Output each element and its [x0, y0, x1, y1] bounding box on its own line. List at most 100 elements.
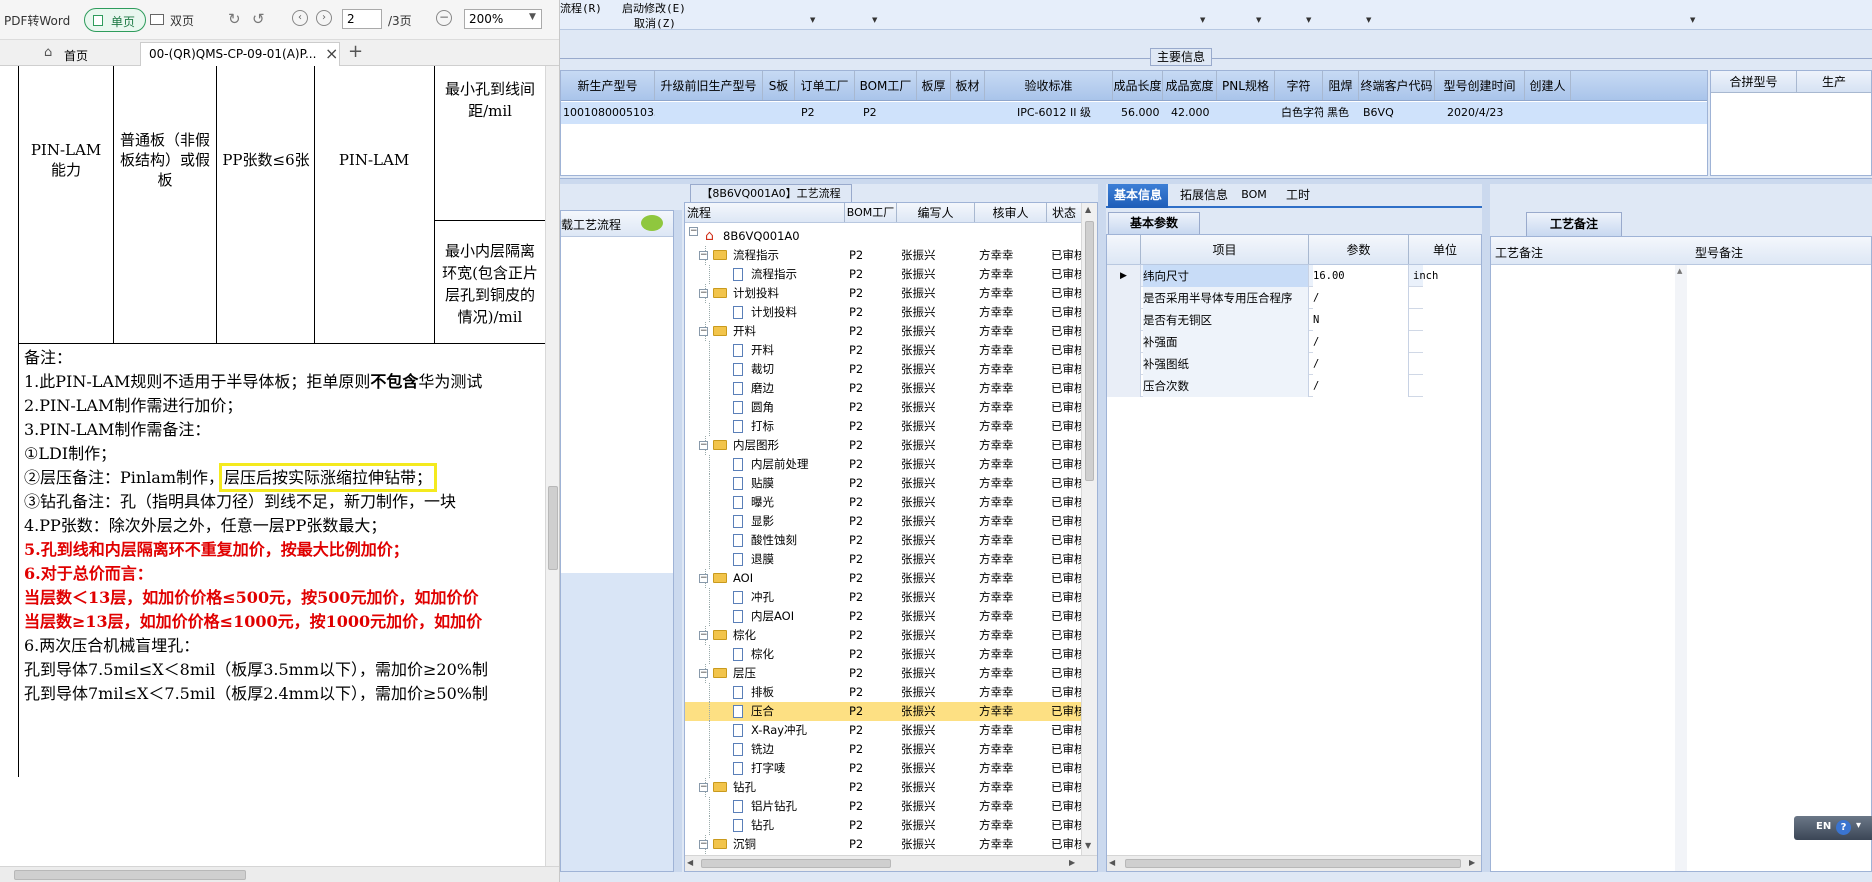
tab-work-hours[interactable]: 工时 — [1278, 184, 1318, 208]
tree-row[interactable]: 贴膜 P2 张振兴 方幸幸 已审核 — [685, 474, 1081, 493]
prev-page-icon[interactable]: ‹ — [292, 10, 308, 26]
col-header[interactable]: PNL规格 — [1217, 71, 1275, 100]
scroll-down-icon[interactable]: ▼ — [1085, 841, 1091, 850]
scroll-up-icon[interactable]: ▲ — [1085, 205, 1091, 214]
col-header[interactable]: 编写人 — [897, 203, 975, 222]
tree-row[interactable]: 酸性蚀刻 P2 张振兴 方幸幸 已审核 — [685, 531, 1081, 550]
table-row[interactable]: ▶ 纬向尺寸 16.00 inch — [1107, 265, 1438, 287]
collapse-icon[interactable]: − — [699, 669, 708, 678]
tree-row[interactable]: 磨边 P2 张振兴 方幸幸 已审核 — [685, 379, 1081, 398]
col-header[interactable]: 字符 — [1275, 71, 1323, 100]
tree-row[interactable]: 铝片钻孔 P2 张振兴 方幸幸 已审核 — [685, 797, 1081, 816]
col-header[interactable]: BOM工厂 — [845, 203, 897, 222]
chevron-down-icon[interactable]: ▼ — [1306, 16, 1311, 24]
collapse-icon[interactable]: − — [699, 840, 708, 849]
col-header[interactable]: BOM工厂 — [855, 71, 917, 100]
tree-row[interactable]: 钻孔 P2 张振兴 方幸幸 已审核 — [685, 816, 1081, 835]
chevron-down-icon[interactable]: ▼ — [1366, 16, 1371, 24]
tree-row[interactable]: − 棕化 P2 张振兴 方幸幸 已审核 — [685, 626, 1081, 645]
tree-row[interactable]: 铣边 P2 张振兴 方幸幸 已审核 — [685, 740, 1081, 759]
next-page-icon[interactable]: › — [316, 10, 332, 26]
scroll-right-icon[interactable]: ▶ — [1069, 858, 1075, 867]
col-header[interactable]: 验收标准 — [985, 71, 1113, 100]
splitter[interactable] — [1098, 184, 1106, 872]
tree-row[interactable]: 计划投料 P2 张振兴 方幸幸 已审核 — [685, 303, 1081, 322]
tree-row[interactable]: − 层压 P2 张振兴 方幸幸 已审核 — [685, 664, 1081, 683]
tree-horizontal-scrollbar[interactable]: ◀ ▶ — [685, 855, 1097, 871]
tab-process-notes[interactable]: 工艺备注 — [1526, 212, 1622, 236]
params-horizontal-scrollbar[interactable]: ◀ ▶ — [1107, 855, 1481, 871]
col-header[interactable]: 创建人 — [1525, 71, 1571, 100]
collapse-icon[interactable]: − — [699, 327, 708, 336]
collapse-icon[interactable]: − — [699, 289, 708, 298]
collapse-icon[interactable]: − — [699, 783, 708, 792]
scroll-up-icon[interactable]: ▲ — [1677, 267, 1682, 275]
close-icon[interactable]: × — [325, 44, 338, 63]
tree-row[interactable]: 棕化 P2 张振兴 方幸幸 已审核 — [685, 645, 1081, 664]
tree-row[interactable]: − 沉铜 P2 张振兴 方幸幸 已审核 — [685, 835, 1081, 854]
table-row[interactable]: 是否有无铜区 N — [1107, 309, 1423, 331]
tree-root[interactable]: − ⌂ 8B6VQ001A0 — [685, 227, 1081, 246]
zoom-out-icon[interactable]: − — [436, 10, 452, 26]
tree-row[interactable]: − 流程指示 P2 张振兴 方幸幸 已审核 — [685, 246, 1081, 265]
pdf-vertical-scrollbar[interactable] — [545, 66, 559, 866]
ime-toolbar[interactable]: EN ? ▾ — [1794, 816, 1872, 840]
scroll-thumb[interactable] — [548, 486, 558, 570]
col-header[interactable]: 参数 — [1309, 235, 1409, 264]
table-row[interactable]: 补强面 / — [1107, 331, 1423, 353]
double-page-button[interactable]: 双页 — [150, 8, 206, 32]
menu-flow[interactable]: 流程(R) — [560, 0, 602, 16]
notes-vertical-scrollbar[interactable]: ▲ — [1675, 265, 1687, 871]
col-header[interactable]: 单位 — [1409, 235, 1481, 264]
tree-row[interactable]: 开料 P2 张振兴 方幸幸 已审核 — [685, 341, 1081, 360]
tree-row[interactable]: 曝光 P2 张振兴 方幸幸 已审核 — [685, 493, 1081, 512]
new-tab-icon[interactable]: + — [348, 41, 363, 62]
collapse-icon[interactable]: − — [689, 227, 698, 236]
col-header[interactable]: S板 — [763, 71, 795, 100]
basic-params-label[interactable]: 基本参数 — [1108, 212, 1200, 234]
col-header[interactable]: 新生产型号 — [561, 71, 655, 100]
tree-row[interactable]: − 开料 P2 张振兴 方幸幸 已审核 — [685, 322, 1081, 341]
tab-extended-info[interactable]: 拓展信息 — [1174, 184, 1234, 208]
param-value-cell[interactable]: 16.00 — [1313, 265, 1409, 287]
tree-row[interactable]: − 内层图形 P2 张振兴 方幸幸 已审核 — [685, 436, 1081, 455]
table-row[interactable]: 10010800051033 P2 P2 IPC-6012 II 级 56.00… — [561, 102, 1707, 124]
tree-row[interactable]: 内层AOI P2 张振兴 方幸幸 已审核 — [685, 607, 1081, 626]
rotate-right-icon[interactable]: ↻ — [228, 10, 241, 28]
col-header[interactable]: 板材 — [951, 71, 985, 100]
ime-menu-icon[interactable]: ▾ — [1856, 820, 1861, 831]
chevron-down-icon[interactable]: ▼ — [1256, 16, 1261, 24]
scroll-right-icon[interactable]: ▶ — [1469, 858, 1475, 867]
col-header[interactable]: 合拼型号 — [1711, 71, 1797, 92]
menu-start-edit[interactable]: 启动修改(E) — [622, 0, 686, 16]
splitter[interactable] — [1482, 184, 1490, 872]
scroll-thumb[interactable] — [1085, 221, 1094, 481]
tree-row[interactable]: − 计划投料 P2 张振兴 方幸幸 已审核 — [685, 284, 1081, 303]
col-header[interactable]: 核审人 — [975, 203, 1047, 222]
col-header[interactable]: 流程 — [685, 203, 845, 222]
tree-row[interactable]: 圆角 P2 张振兴 方幸幸 已审核 — [685, 398, 1081, 417]
collapse-icon[interactable]: − — [699, 631, 708, 640]
process-notes-textarea[interactable] — [1491, 265, 1687, 871]
nav-process-label[interactable]: 载工艺流程 — [561, 216, 621, 233]
table-row[interactable]: 补强图纸 / — [1107, 353, 1423, 375]
tree-row[interactable]: 显影 P2 张振兴 方幸幸 已审核 — [685, 512, 1081, 531]
page-number-input[interactable] — [342, 9, 382, 29]
tree-vertical-scrollbar[interactable]: ▲ ▼ — [1081, 203, 1097, 855]
pdf-horizontal-scrollbar[interactable] — [0, 866, 559, 882]
col-header[interactable]: 阻焊 — [1323, 71, 1359, 100]
scroll-thumb[interactable] — [14, 870, 246, 880]
tree-row[interactable]: 打字唛 P2 张振兴 方幸幸 已审核 — [685, 759, 1081, 778]
chevron-down-icon[interactable]: ▼ — [810, 16, 815, 24]
menu-cancel[interactable]: 取消(Z) — [634, 15, 676, 31]
col-header[interactable]: 型号创建时间 — [1435, 71, 1525, 100]
scroll-thumb[interactable] — [1125, 859, 1461, 868]
tree-row[interactable]: 内层前处理 P2 张振兴 方幸幸 已审核 — [685, 455, 1081, 474]
param-value-cell[interactable]: N — [1313, 309, 1409, 331]
param-value-cell[interactable]: / — [1313, 331, 1409, 353]
splitter[interactable] — [674, 210, 682, 872]
scroll-left-icon[interactable]: ◀ — [1109, 858, 1115, 867]
rotate-left-icon[interactable]: ↺ — [252, 10, 265, 28]
collapse-icon[interactable]: − — [699, 574, 708, 583]
tree-row[interactable]: 打标 P2 张振兴 方幸幸 已审核 — [685, 417, 1081, 436]
